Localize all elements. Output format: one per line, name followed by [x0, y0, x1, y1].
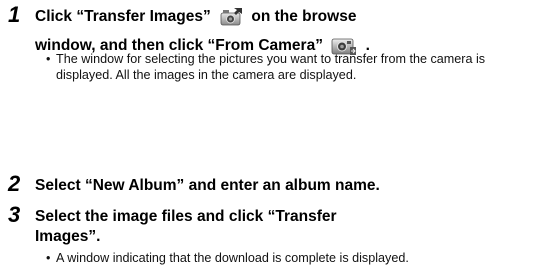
step-number: 3	[8, 202, 21, 227]
step-number: 1	[8, 2, 21, 27]
transfer-images-icon	[218, 6, 244, 34]
bullet: •	[46, 251, 51, 265]
step-instruction-line: Click “Transfer Images” on the browse	[35, 6, 540, 34]
step-note: • The window for selecting the pictures …	[46, 51, 541, 83]
step-instruction-line: Select the image files and click “Transf…	[35, 208, 337, 225]
step-instruction-text: Click “Transfer Images”	[35, 8, 211, 25]
step-note-text: A window indicating that the download is…	[56, 251, 409, 265]
bullet: •	[46, 52, 51, 66]
step-instruction-line: Images”.	[35, 228, 101, 245]
step-number: 2	[8, 171, 21, 196]
step-instruction: Select the image files and click “Transf…	[35, 207, 540, 247]
step-note: • A window indicating that the download …	[46, 250, 541, 266]
step-instruction: Select “New Album” and enter an album na…	[35, 177, 380, 194]
step-note-text: The window for selecting the pictures yo…	[56, 52, 486, 82]
step-instruction-text: on the browse	[251, 8, 357, 25]
